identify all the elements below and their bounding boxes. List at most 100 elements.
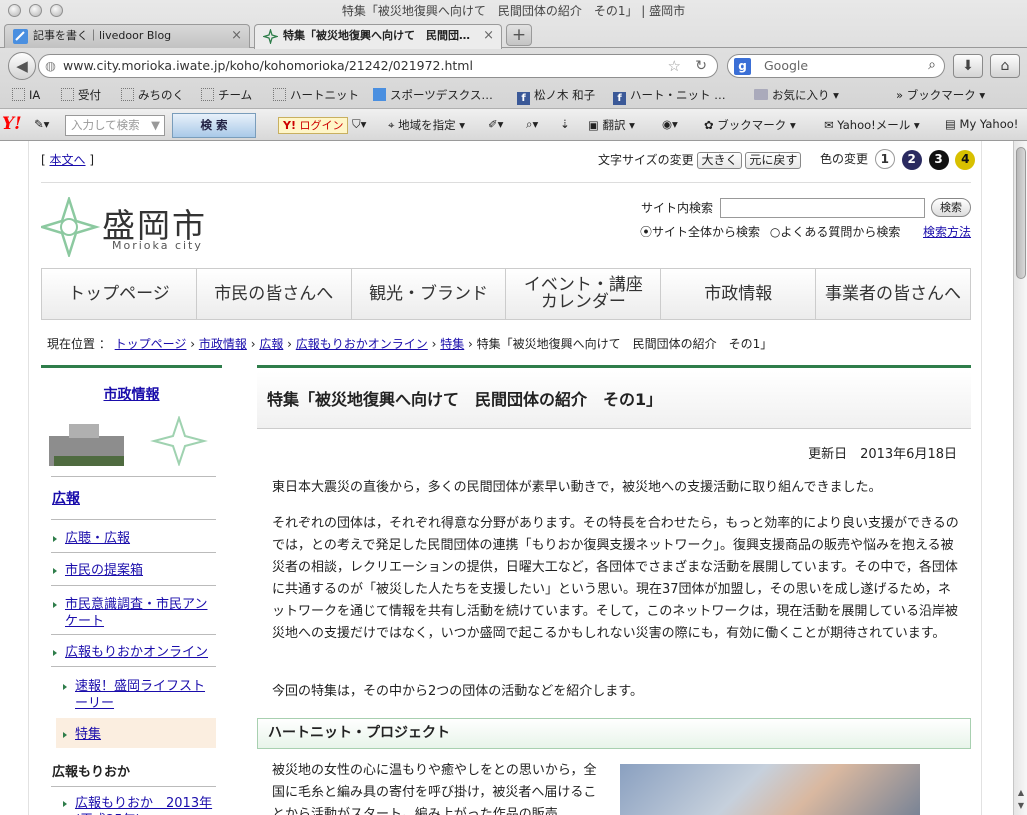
sidebar-heading[interactable]: 市政情報 [41,384,222,404]
bookmark-heartknit[interactable]: ハートニット [273,84,359,106]
sidebar-section-kouhou[interactable]: 広報 [52,488,80,508]
zoom-window-button[interactable] [50,4,63,17]
divider [51,476,216,477]
tab-livedoor[interactable]: 記事を書く｜livedoor Blog × [4,24,250,48]
color-button-1[interactable]: 1 [874,149,895,169]
globe-icon[interactable]: ◉▾ [662,117,678,131]
article-paragraph: 被災地の女性の心に温もりや癒やしをとの思いから，全国に毛糸と編み具の寄付を呼び掛… [272,763,597,815]
translate-button[interactable]: ▣ 翻訳 ▾ [588,117,635,133]
tab-morioka[interactable]: 特集「被災地復興へ向けて 民間団… × [254,24,502,49]
color-button-3[interactable]: 3 [928,150,949,170]
home-button[interactable]: ⌂ [990,54,1020,78]
site-search-button[interactable]: 検索 [931,198,971,217]
downloads-button[interactable]: ⬇ [953,54,983,78]
bookmark-ia[interactable]: IA [12,84,40,106]
font-size-label: 文字サイズの変更 [598,153,694,167]
bookmark-sportsdesk[interactable]: スポーツデスクス… [373,84,493,106]
close-tab-icon[interactable]: × [483,25,494,47]
scrollbar-thumb[interactable] [1016,147,1026,279]
font-size-controls: 文字サイズの変更 大きく 元に戻す [598,151,802,169]
new-tab-button[interactable]: + [506,24,532,46]
gnav-tourism[interactable]: 観光・ブランド [352,269,507,319]
shield-icon[interactable]: ⛉▾ [352,117,366,132]
color-button-4[interactable]: 4 [955,150,976,170]
region-button[interactable]: ⌖ 地域を指定 ▾ [388,117,465,133]
color-button-2[interactable]: 2 [901,150,922,170]
divider [51,786,216,787]
page-icon [201,88,214,101]
sidebar-item-life-story[interactable]: 速報！盛岡ライフストーリー [63,678,215,712]
sidebar-item-2013[interactable]: 広報もりおか 2013年(平成25年) [63,795,215,815]
breadcrumb-link[interactable]: 広報もりおかオンライン [296,337,428,351]
logo-subtitle: Morioka city [112,239,203,252]
gnav-top[interactable]: トップページ [42,269,197,319]
yahoo-logo[interactable]: Y! [2,114,22,134]
site-search-input[interactable] [720,198,925,218]
yahoo-search-input[interactable]: 入力して検索 ▼ [65,115,165,136]
highlight-icon[interactable]: ✐▾ [488,117,503,131]
address-bar[interactable]: ◍ www.city.morioka.iwate.jp/koho/kohomor… [38,54,718,78]
breadcrumb-link[interactable]: 広報 [259,337,283,351]
arrow-icon[interactable]: ⇣ [560,117,570,131]
facebook-icon: f [613,92,626,105]
sidebar-item-tokushu[interactable]: 特集 [63,726,225,743]
yahoo-login-button[interactable]: Y! ログイン [278,117,349,134]
my-yahoo-button[interactable]: ▤ My Yahoo! [945,117,1018,131]
close-tab-icon[interactable]: × [231,25,242,47]
sidebar-item-survey[interactable]: 市民意識調査・市民アンケート [53,596,215,630]
bookmark-button[interactable]: ✿ ブックマーク ▾ [704,117,796,133]
bookmark-michinoku[interactable]: みちのく [121,84,184,106]
yahoo-search-button[interactable]: 検 索 [172,113,256,138]
global-navigation: トップページ 市民の皆さんへ 観光・ブランド イベント・講座 カレンダー 市政情報… [41,268,971,320]
article: 特集「被災地復興へ向けて 民間団体の紹介 その1」 更新日 2013年6月18日… [257,365,971,815]
bookmark-matsunoki[interactable]: f 松ノ木 和子 [517,84,595,106]
divider [51,666,216,667]
bookmark-favorites[interactable]: お気に入り ▾ [754,84,839,106]
vertical-scrollbar[interactable]: ▲ ▼ [1013,141,1027,815]
search-help-link[interactable]: 検索方法 [923,223,971,240]
breadcrumb-link[interactable]: 特集 [440,337,464,351]
globe-icon: ◍ [45,58,56,73]
yahoo-toolbar: Y! ✎▾ 入力して検索 ▼ 検 索 Y! ログイン ⛉▾ ⌖ 地域を指定 ▾ ✐… [0,108,1027,141]
back-button[interactable]: ◀ [8,52,36,80]
skip-to-content-link[interactable]: 本文へ [50,153,86,167]
bookmark-heart-knit[interactable]: f ハート・ニット … [613,84,726,106]
page-icon [61,88,74,101]
gnav-city-info[interactable]: 市政情報 [661,269,817,319]
minimize-window-button[interactable] [29,4,42,17]
sidebar-section-kouhou-morioka: 広報もりおか [52,765,131,780]
font-reset-button[interactable]: 元に戻す [745,152,802,169]
mail-button[interactable]: ✉ Yahoo!メール ▾ [824,117,920,133]
search-icon[interactable]: ⌕ [928,54,936,76]
tab-label: 特集「被災地復興へ向けて 民間団… [283,29,470,42]
reload-icon[interactable]: ↻ [695,55,707,77]
scroll-up-arrow-icon[interactable]: ▲ [1015,788,1027,801]
sidebar-item-kouchou[interactable]: 広聴・広報 [53,530,215,547]
sidebar-item-online[interactable]: 広報もりおかオンライン [53,644,215,661]
radio-all[interactable]: ⦿サイト全体から検索 [640,225,760,239]
updated-date: 更新日 2013年6月18日 [808,447,957,462]
gnav-events[interactable]: イベント・講座 カレンダー [506,269,662,319]
bookmark-team[interactable]: チーム [201,84,252,106]
bookmark-star-icon[interactable]: ☆ [668,55,681,77]
breadcrumb-link[interactable]: トップページ [115,337,187,351]
close-window-button[interactable] [8,4,21,17]
gnav-citizens[interactable]: 市民の皆さんへ [197,269,352,319]
dropdown-icon[interactable]: ▼ [151,116,160,135]
bookmark-menu[interactable]: » ブックマーク ▾ [896,84,985,106]
blog-favicon-icon [13,29,28,44]
divider [41,182,971,183]
pencil-icon[interactable]: ✎▾ [34,117,49,131]
scroll-down-arrow-icon[interactable]: ▼ [1015,801,1027,814]
search-tool-icon[interactable]: ⌕▾ [526,117,538,132]
bookmark-uketsuke[interactable]: 受付 [61,84,101,106]
breadcrumb-link[interactable]: 市政情報 [199,337,247,351]
google-icon: g [734,58,751,75]
gnav-business[interactable]: 事業者の皆さんへ [816,269,970,319]
url-text: www.city.morioka.iwate.jp/koho/kohomorio… [63,58,473,73]
page-icon [273,88,286,101]
font-bigger-button[interactable]: 大きく [697,152,742,169]
sidebar-item-proposal[interactable]: 市民の提案箱 [53,562,215,579]
search-box[interactable]: g Google ⌕ [727,54,945,78]
radio-faq[interactable]: ○よくある質問から検索 [770,225,901,239]
